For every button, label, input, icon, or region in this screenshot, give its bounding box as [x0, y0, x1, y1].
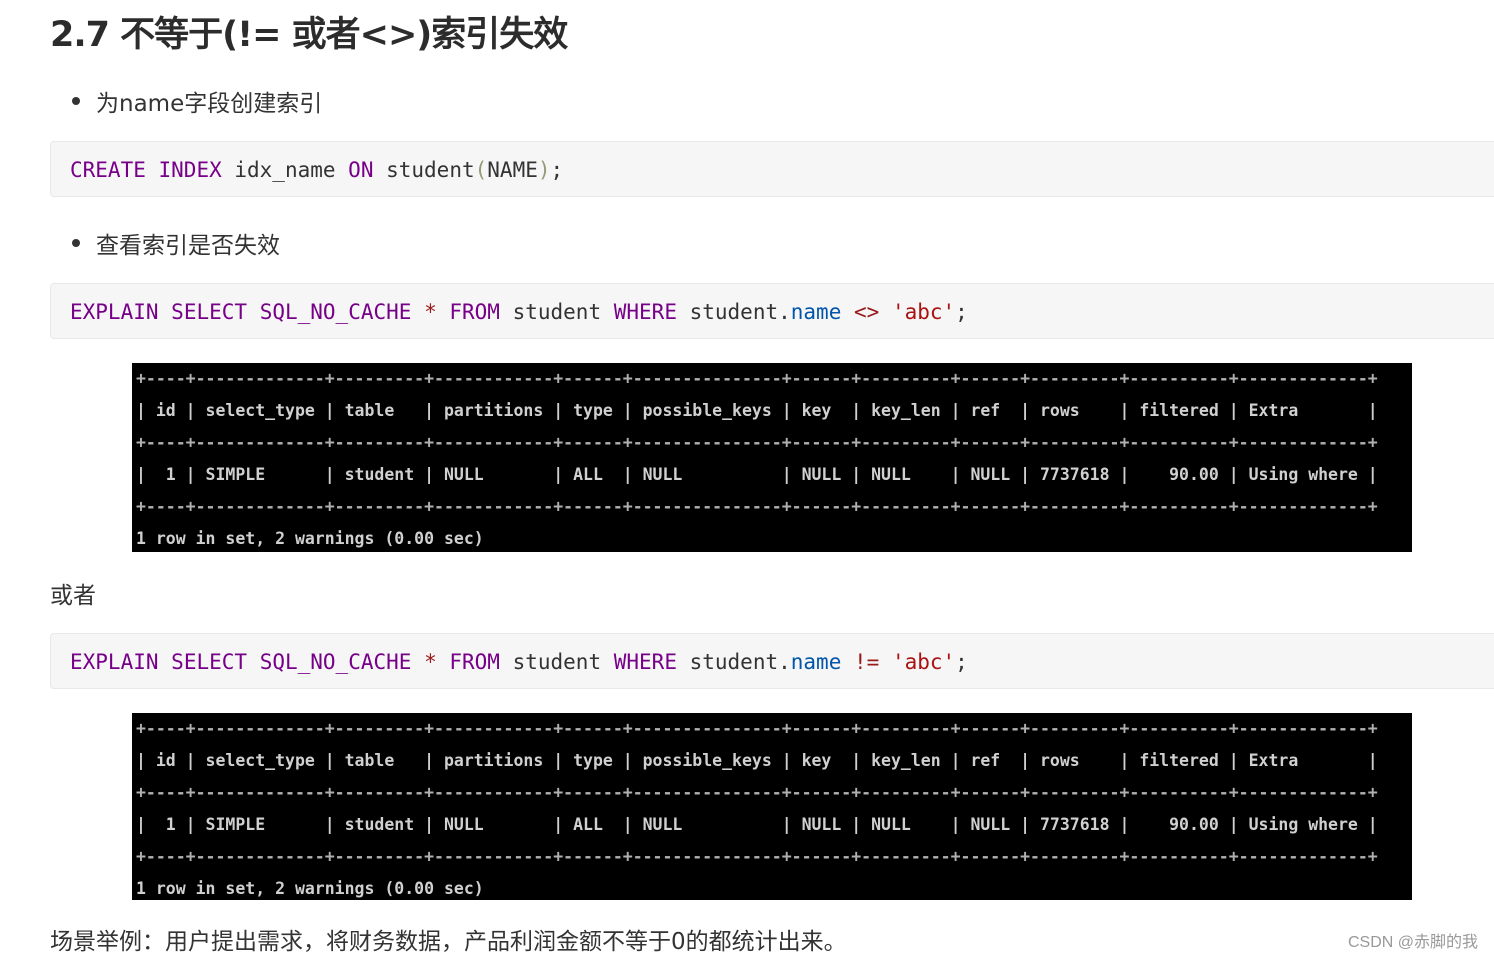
code-token: *: [424, 650, 437, 674]
code-token: FROM: [449, 300, 500, 324]
code-token: EXPLAIN: [70, 300, 159, 324]
code-token: NAME: [487, 158, 538, 182]
code-token: (: [474, 158, 488, 182]
code-token: 'abc': [891, 650, 956, 674]
or-text: 或者: [50, 583, 96, 609]
code-token: student.: [676, 650, 791, 674]
bullet-text: 查看索引是否失效: [96, 233, 280, 259]
bullet-item: 为name字段创建索引: [72, 84, 322, 118]
code-token: idx_name: [221, 158, 349, 182]
table-row: | 1 | SIMPLE | student | NULL | ALL | NU…: [136, 465, 1378, 484]
code-token: SELECT: [171, 650, 248, 674]
code-token: EXPLAIN: [70, 650, 159, 674]
code-block-explain-ne-angle[interactable]: EXPLAIN SELECT SQL_NO_CACHE * FROM stude…: [50, 283, 1494, 339]
table-header-row: | id | select_type | table | partitions …: [136, 751, 1378, 770]
code-token: ): [537, 158, 551, 182]
table-border: +----+-------------+---------+----------…: [136, 369, 1378, 388]
code-token: SQL_NO_CACHE: [259, 650, 412, 674]
code-token: student: [499, 650, 614, 674]
code-token: student.: [676, 300, 791, 324]
table-header-row: | id | select_type | table | partitions …: [136, 401, 1378, 420]
bullet-item: 查看索引是否失效: [72, 226, 280, 260]
result-summary: 1 row in set, 2 warnings (0.00 sec): [136, 879, 484, 898]
watermark: CSDN @赤脚的我: [1347, 934, 1478, 951]
bullet-dot-icon: [72, 239, 80, 247]
code-token: *: [424, 300, 437, 324]
code-block-explain-ne-bang[interactable]: EXPLAIN SELECT SQL_NO_CACHE * FROM stude…: [50, 633, 1494, 689]
table-border: +----+-------------+---------+----------…: [136, 719, 1378, 738]
code-block-create-index[interactable]: CREATE INDEX idx_name ON student(NAME);: [50, 141, 1494, 197]
code-token: INDEX: [158, 158, 222, 182]
explain-result-terminal: +----+-------------+---------+----------…: [132, 363, 1412, 552]
result-summary: 1 row in set, 2 warnings (0.00 sec): [136, 529, 484, 548]
code-token: ;: [955, 650, 968, 674]
code-token: WHERE: [613, 300, 677, 324]
section-heading: 2.7 不等于(!= 或者<>)索引失效: [50, 15, 568, 55]
code-token: ON: [348, 158, 374, 182]
table-border: +----+-------------+---------+----------…: [136, 847, 1378, 866]
code-token: name: [790, 300, 842, 324]
code-token: SQL_NO_CACHE: [259, 300, 412, 324]
code-token: SELECT: [171, 300, 248, 324]
code-token: FROM: [449, 650, 500, 674]
code-token: WHERE: [613, 650, 677, 674]
code-token: student: [499, 300, 614, 324]
code-token: name: [790, 650, 842, 674]
code-token: <>: [854, 300, 880, 324]
table-border: +----+-------------+---------+----------…: [136, 433, 1378, 452]
code-token: 'abc': [891, 300, 956, 324]
code-token: student: [373, 158, 475, 182]
table-border: +----+-------------+---------+----------…: [136, 783, 1378, 802]
code-token: ;: [955, 300, 968, 324]
table-row: | 1 | SIMPLE | student | NULL | ALL | NU…: [136, 815, 1378, 834]
code-token: ;: [550, 158, 564, 182]
table-border: +----+-------------+---------+----------…: [136, 497, 1378, 516]
bullet-dot-icon: [72, 97, 80, 105]
code-token: !=: [854, 650, 880, 674]
explain-result-terminal: +----+-------------+---------+----------…: [132, 713, 1412, 900]
code-token: CREATE: [70, 158, 146, 182]
bullet-text: 为name字段创建索引: [96, 91, 323, 117]
scenario-example-text: 场景举例：用户提出需求，将财务数据，产品利润金额不等于0的都统计出来。: [50, 929, 847, 955]
